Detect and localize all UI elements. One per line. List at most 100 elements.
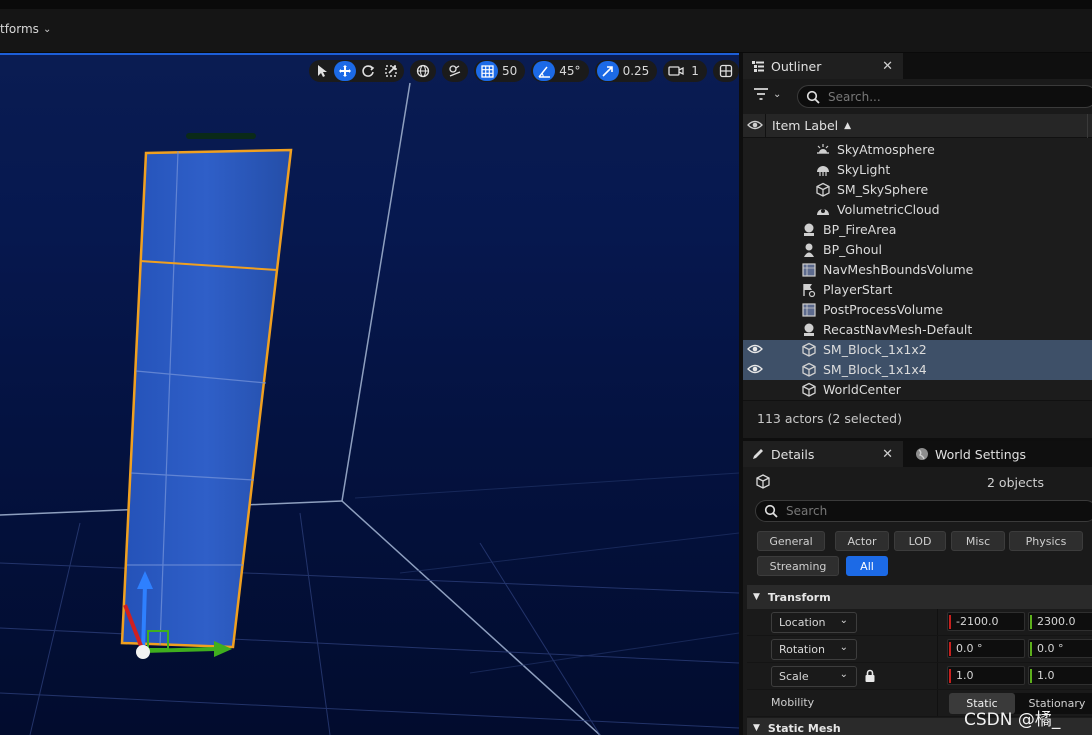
angle-snap-value[interactable]: 45° [556,64,586,78]
visibility-eye-icon[interactable] [747,343,763,358]
viewport-layout-icon[interactable] [715,61,737,81]
outliner-item-label: PlayerStart [823,282,893,297]
rotation-y-value: 0.0 ° [1037,642,1064,655]
room-edge-line [341,500,601,735]
tab-world-settings[interactable]: World Settings [907,441,1087,467]
scale-snap-value[interactable]: 0.25 [620,64,656,78]
category-streaming-button[interactable]: Streaming [757,556,839,576]
rotation-y-field[interactable]: 0.0 ° [1028,639,1092,658]
platforms-menu[interactable]: tforms ⌄ [0,20,51,38]
surface-snap-icon[interactable] [444,61,466,81]
tab-outliner-label: Outliner [771,58,822,74]
location-y-field[interactable]: 2300.0 [1028,612,1092,631]
category-all-button[interactable]: All [846,556,888,576]
outliner-row[interactable]: SM_SkySphere [743,180,1092,200]
outliner-row[interactable]: WorldCenter [743,380,1092,400]
outliner-row[interactable]: SM_Block_1x1x4 [743,360,1092,380]
static-mesh-icon [815,182,831,198]
tab-outliner[interactable]: Outliner ✕ [743,53,903,79]
outliner-item-label: SkyAtmosphere [837,142,935,157]
room-edge-line [341,82,411,502]
outliner-row[interactable]: SkyLight [743,160,1092,180]
select-mode-icon[interactable] [311,61,333,81]
close-icon[interactable]: ✕ [882,59,893,74]
scale-y-field[interactable]: 1.0 [1028,666,1092,685]
static-mesh-icon [801,342,817,358]
translate-mode-icon[interactable] [334,61,356,81]
grid-snap-value[interactable]: 50 [499,64,523,78]
outliner-row[interactable]: NavMeshBoundsVolume [743,260,1092,280]
static-mesh-section-label: Static Mesh [767,721,841,735]
grid-snap-icon[interactable] [476,61,498,81]
title-strip [0,0,1092,9]
static-mesh-icon [755,474,771,493]
scale-mode-icon[interactable] [380,61,402,81]
camera-icon[interactable] [665,61,687,81]
rotation-x-field[interactable]: 0.0 ° [947,639,1025,658]
category-misc-button[interactable]: Misc [951,531,1005,551]
filter-dropdown[interactable]: ⌄ [753,88,781,100]
visibility-eye-icon[interactable] [747,363,763,378]
shadow-blob [186,133,256,139]
outliner-item-label: RecastNavMesh-Default [823,322,973,337]
outliner-item-label: SM_Block_1x1x4 [823,362,927,377]
tab-details[interactable]: Details ✕ [743,441,903,467]
scale-dropdown[interactable]: Scale ⌄ [771,666,857,687]
transform-section-header[interactable]: ▼ Transform [747,585,1092,609]
gizmo-origin [136,645,150,659]
outliner-item-label: WorldCenter [823,382,901,397]
scale-x-field[interactable]: 1.0 [947,666,1025,685]
location-x-field[interactable]: -2100.0 [947,612,1025,631]
viewport-scene[interactable] [0,53,739,735]
location-dropdown[interactable]: Location ⌄ [771,612,857,633]
mobility-label: Mobility [771,696,815,709]
outliner-item-label: VolumetricCloud [837,202,940,217]
outliner-row[interactable]: BP_Ghoul [743,240,1092,260]
outliner-row[interactable]: BP_FireArea [743,220,1092,240]
rotation-label: Rotation [779,643,826,656]
scale-label: Scale [779,670,809,683]
rotation-dropdown[interactable]: Rotation ⌄ [771,639,857,660]
outliner-search-input[interactable] [828,89,1068,104]
outliner-row[interactable]: SM_Block_1x1x2 [743,340,1092,360]
category-actor-button[interactable]: Actor [835,531,889,551]
outliner-panel: Outliner ✕ ⌄ Item Label ▲ SkyAtmosphere S… [739,53,1092,438]
details-search-input[interactable] [786,504,1066,518]
outliner-item-label: PostProcessVolume [823,302,944,317]
volume-icon [801,262,817,278]
category-lod-button[interactable]: LOD [894,531,946,551]
details-tab-row: Details ✕ World Settings [743,441,1092,467]
camera-speed-value[interactable]: 1 [688,64,705,78]
globe-icon[interactable] [412,61,434,81]
chevron-down-icon: ▼ [753,723,760,733]
level-viewport[interactable]: 50 45° 0.25 1 [0,53,739,735]
outliner-row[interactable]: SkyAtmosphere [743,140,1092,160]
item-label-column[interactable]: Item Label ▲ [772,118,851,133]
outliner-search[interactable] [797,85,1092,108]
platforms-label: tforms [0,22,39,36]
viewport-toolbar: 50 45° 0.25 1 [309,60,739,82]
volume-icon [801,302,817,318]
static-mesh-icon [801,382,817,398]
outliner-item-label: SM_SkySphere [837,182,929,197]
outliner-row[interactable]: PostProcessVolume [743,300,1092,320]
angle-snap-icon[interactable] [533,61,556,81]
close-icon[interactable]: ✕ [882,447,893,462]
rotate-mode-icon[interactable] [357,61,379,81]
cloud-icon [815,202,831,218]
lock-icon[interactable] [864,669,876,686]
details-search[interactable] [755,500,1092,522]
visibility-eye-icon[interactable] [747,119,763,134]
outliner-row[interactable]: RecastNavMesh-Default [743,320,1092,340]
location-row: Location ⌄ -2100.0 2300.0 [747,609,1092,636]
scale-snap-icon[interactable] [596,61,619,81]
actor-icon [801,322,817,338]
outliner-row[interactable]: VolumetricCloud [743,200,1092,220]
outliner-row[interactable]: PlayerStart [743,280,1092,300]
details-panel: Details ✕ World Settings 2 objects Gener… [739,438,1092,735]
rotation-x-value: 0.0 ° [956,642,983,655]
search-icon [764,504,778,518]
outliner-item-label: BP_FireArea [823,222,897,237]
category-physics-button[interactable]: Physics [1009,531,1083,551]
category-general-button[interactable]: General [757,531,825,551]
